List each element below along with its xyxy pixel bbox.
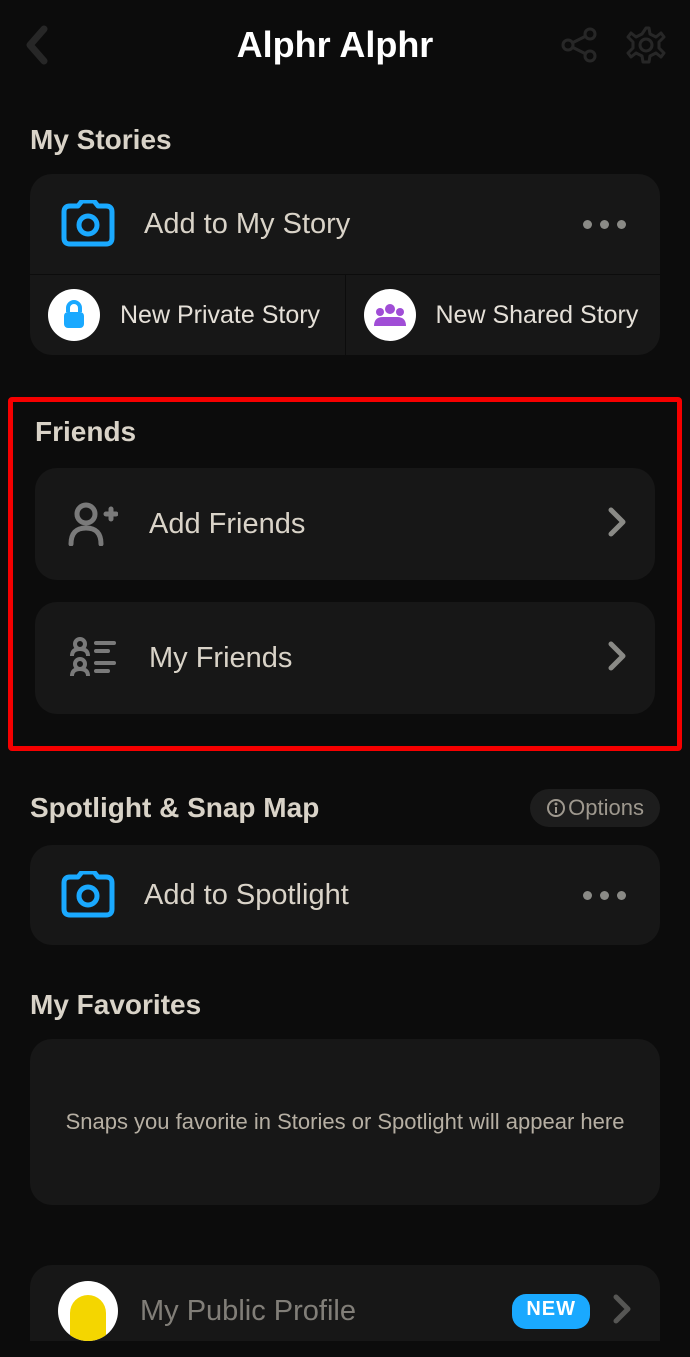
camera-icon [58,200,118,248]
dot-icon [583,220,592,229]
new-shared-story-label: New Shared Story [436,301,639,330]
stories-card: Add to My Story New Private Story [30,174,660,355]
section-title-friends: Friends [35,416,677,448]
add-friends-label: Add Friends [149,508,581,541]
avatar [58,1281,118,1341]
public-profile-row[interactable]: My Public Profile NEW [30,1265,660,1341]
dot-icon [600,220,609,229]
dot-icon [617,891,626,900]
section-title-stories: My Stories [30,124,660,156]
chevron-right-icon [607,507,627,542]
header-left [24,25,114,65]
back-button[interactable] [24,25,50,65]
my-friends-label: My Friends [149,642,581,675]
favorites-empty-card: Snaps you favorite in Stories or Spotlig… [30,1039,660,1205]
new-private-story-label: New Private Story [120,301,320,330]
new-shared-story-button[interactable]: New Shared Story [345,275,661,355]
gear-icon [626,25,666,65]
new-badge: NEW [512,1294,590,1329]
header-right [556,25,666,65]
my-friends-card: My Friends [35,602,655,714]
friends-list-icon [63,636,123,680]
group-icon [364,289,416,341]
chevron-right-icon [607,641,627,676]
public-profile-label: My Public Profile [140,1295,490,1328]
avatar-bitmoji-icon [70,1295,106,1341]
chevron-left-icon [24,25,50,65]
add-friend-icon [63,502,123,546]
add-friends-row[interactable]: Add Friends [35,468,655,580]
share-button[interactable] [560,26,598,64]
add-to-my-story-row[interactable]: Add to My Story [30,174,660,274]
dot-icon [617,220,626,229]
friends-highlight: Friends Add Friends [8,397,682,751]
add-to-spotlight-row[interactable]: Add to Spotlight [30,845,660,945]
dot-icon [600,891,609,900]
add-friends-card: Add Friends [35,468,655,580]
story-more-button[interactable] [583,220,632,229]
header: Alphr Alphr [0,0,690,90]
info-icon [546,798,566,818]
story-options-row: New Private Story New Shared Story [30,274,660,355]
spotlight-options-button[interactable]: Options [530,789,660,827]
add-to-spotlight-label: Add to Spotlight [144,879,557,912]
add-to-my-story-label: Add to My Story [144,208,557,241]
content: My Stories Add to My Story [0,124,690,1341]
new-private-story-button[interactable]: New Private Story [30,275,345,355]
settings-button[interactable] [626,25,666,65]
lock-icon [48,289,100,341]
options-label: Options [568,795,644,821]
spotlight-more-button[interactable] [583,891,632,900]
favorites-empty-text: Snaps you favorite in Stories or Spotlig… [60,1109,630,1135]
dot-icon [583,891,592,900]
my-friends-row[interactable]: My Friends [35,602,655,714]
spotlight-header: Spotlight & Snap Map Options [30,789,660,827]
camera-icon [58,871,118,919]
spotlight-card: Add to Spotlight [30,845,660,945]
share-icon [560,26,598,64]
page-title: Alphr Alphr [114,24,556,66]
section-title-spotlight: Spotlight & Snap Map [30,792,319,824]
chevron-right-icon [612,1294,632,1329]
section-title-favorites: My Favorites [30,989,660,1021]
